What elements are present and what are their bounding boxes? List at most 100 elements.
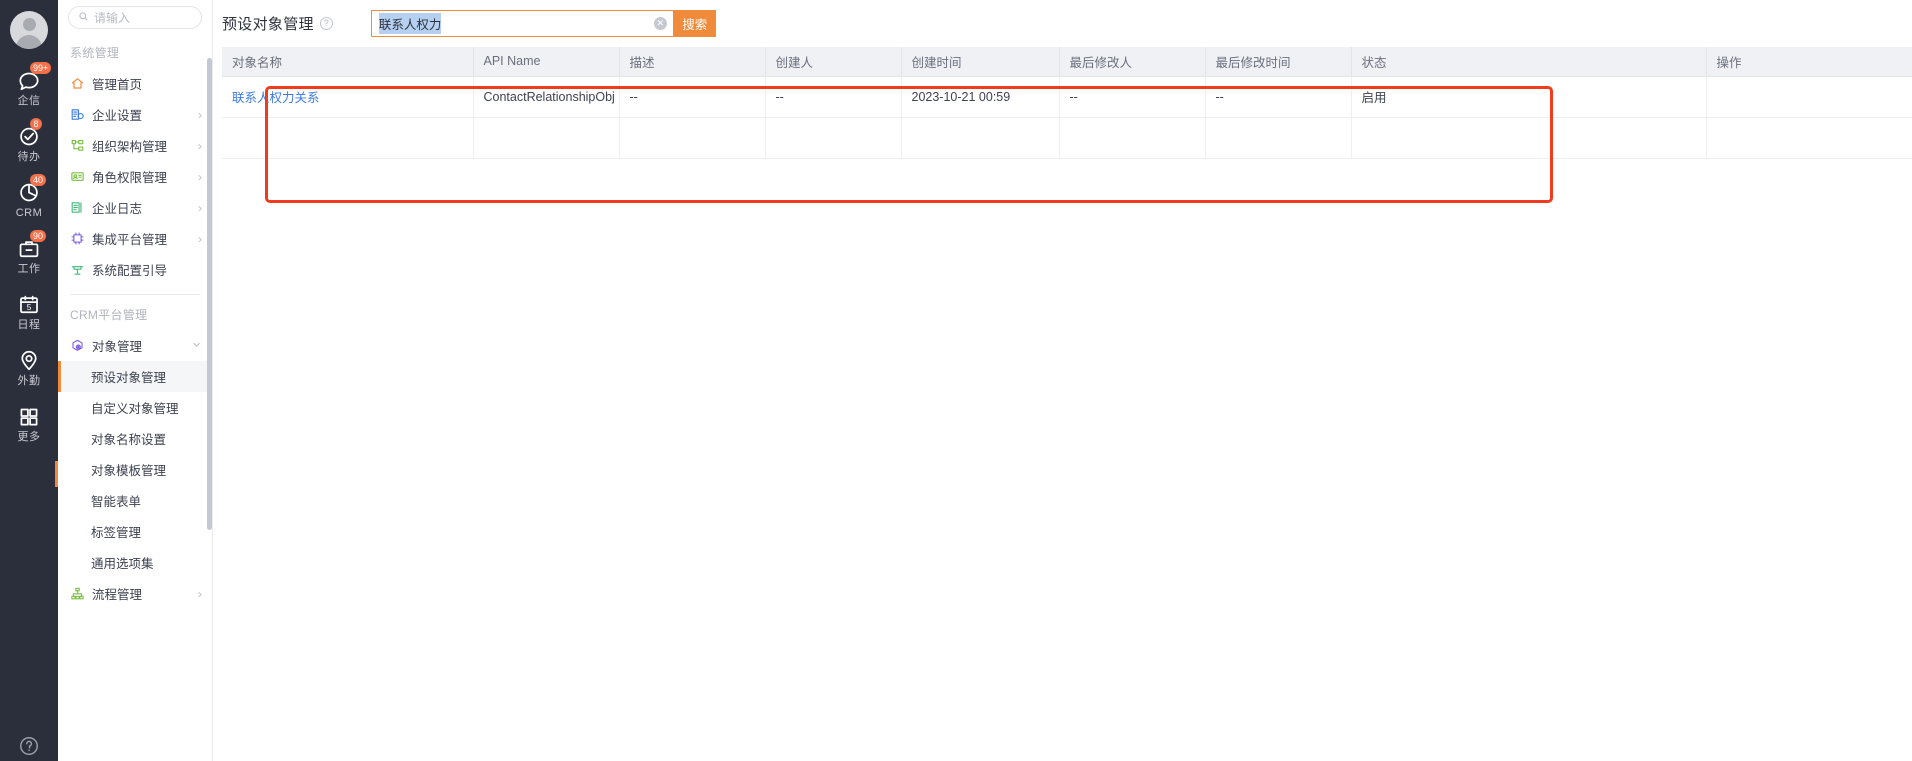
nav-search-box[interactable] bbox=[68, 6, 202, 29]
search-button[interactable]: 搜索 bbox=[673, 10, 716, 37]
sidebar-item-label: 管理首页 bbox=[92, 78, 143, 92]
location-pin-icon bbox=[16, 347, 42, 373]
rail-item-crm[interactable]: 40 CRM bbox=[0, 174, 58, 234]
sidebar-item-duixiangmuban[interactable]: 对象模板管理 bbox=[58, 454, 212, 485]
chat-bubble-icon: 99+ bbox=[16, 62, 52, 93]
log-book-icon bbox=[70, 200, 85, 215]
sidebar-item-jiaoseqianxian[interactable]: 角色权限管理 › bbox=[58, 161, 212, 192]
clear-circle-icon[interactable]: ✕ bbox=[653, 17, 667, 30]
column-header-creator[interactable]: 创建人 bbox=[765, 47, 902, 77]
sidebar-item-label: 通用选项集 bbox=[91, 557, 154, 571]
role-permission-icon bbox=[70, 169, 85, 184]
sidebar-item-duixiangmingcheng[interactable]: 对象名称设置 bbox=[58, 423, 212, 454]
filler-cell bbox=[222, 117, 474, 159]
calendar-icon: 5 bbox=[16, 291, 42, 317]
column-header-description[interactable]: 描述 bbox=[619, 47, 766, 77]
table-row[interactable]: 联系人权力关系 ContactRelationshipObj -- -- 202… bbox=[222, 76, 1912, 118]
column-header-modified-at[interactable]: 最后修改时间 bbox=[1205, 47, 1352, 77]
search-input[interactable]: 联系人权力 ✕ bbox=[370, 10, 674, 37]
filler-cell bbox=[901, 117, 1060, 159]
chevron-right-icon: › bbox=[198, 231, 202, 246]
search-input-value: 联系人权力 bbox=[378, 13, 442, 34]
sidebar-item-zuzhijiagou[interactable]: 组织架构管理 › bbox=[58, 130, 212, 161]
app-root: 99+ 企信 8 待办 40 CRM 90 工作 5 日程 外勤 更多 请输入 … bbox=[0, 0, 1912, 761]
sidebar-nav: 系统管理 管理首页 企业设置 › bbox=[58, 0, 213, 761]
sidebar-item-label: 自定义对象管理 bbox=[91, 402, 179, 416]
sidebar-item-qiyeshezhi[interactable]: 企业设置 › bbox=[58, 99, 212, 130]
sidebar-item-label: 企业日志 bbox=[92, 202, 143, 216]
cell-created-at: 2023-10-21 00:59 bbox=[901, 76, 1060, 118]
cell-modifier: -- bbox=[1059, 76, 1206, 118]
config-guide-icon bbox=[70, 262, 85, 277]
nav-search-input[interactable] bbox=[94, 10, 192, 25]
sidebar-item-label: 角色权限管理 bbox=[92, 171, 168, 185]
rail-item-label: 工作 bbox=[17, 263, 41, 275]
rail-item-qixin[interactable]: 99+ 企信 bbox=[0, 62, 58, 122]
badge-gongzuo: 90 bbox=[30, 230, 47, 242]
search-group: 联系人权力 ✕ 搜索 bbox=[370, 10, 716, 37]
filler-cell bbox=[1351, 117, 1707, 159]
sidebar-item-jichengpingtai[interactable]: 集成平台管理 › bbox=[58, 223, 212, 254]
rail-item-gengduo[interactable]: 更多 bbox=[0, 403, 58, 458]
flow-tree-icon bbox=[70, 586, 85, 601]
table-head: 对象名称 API Name 描述 创建人 创建时间 最后修改人 最后修改时间 状… bbox=[222, 47, 1912, 77]
question-mark-icon[interactable]: ? bbox=[319, 17, 333, 30]
cell-actions bbox=[1706, 76, 1912, 118]
sidebar-item-yushedixiangguanli[interactable]: 预设对象管理 bbox=[58, 361, 212, 392]
sidebar-item-qiyerizhi[interactable]: 企业日志 › bbox=[58, 192, 212, 223]
filler-cell bbox=[473, 117, 620, 159]
sidebar-item-duixiangguanli[interactable]: 对象管理 bbox=[58, 330, 212, 361]
column-header-modifier[interactable]: 最后修改人 bbox=[1059, 47, 1206, 77]
nav-section-crm: CRM平台管理 bbox=[70, 308, 148, 322]
column-header-actions[interactable]: 操作 bbox=[1706, 47, 1912, 77]
sidebar-item-tongyongxuanxiangji[interactable]: 通用选项集 bbox=[58, 547, 212, 578]
rail-item-richeng[interactable]: 5 日程 bbox=[0, 291, 58, 346]
rail-item-label: 待办 bbox=[17, 151, 41, 163]
page-toolbar: 预设对象管理 ? 联系人权力 ✕ 搜索 bbox=[213, 0, 1912, 47]
question-circle-icon[interactable] bbox=[18, 735, 40, 757]
object-name-link[interactable]: 联系人权力关系 bbox=[232, 91, 320, 105]
rail-item-label: 更多 bbox=[17, 431, 41, 443]
avatar[interactable] bbox=[10, 11, 48, 49]
column-header-status[interactable]: 状态 bbox=[1351, 47, 1707, 77]
rail-item-label: 外勤 bbox=[17, 375, 41, 387]
main-content: 预设对象管理 ? 联系人权力 ✕ 搜索 对象名称 API Name 描述 创建人… bbox=[213, 0, 1912, 761]
rail-item-waiqin[interactable]: 外勤 bbox=[0, 347, 58, 402]
integration-chip-icon bbox=[70, 231, 85, 246]
filler-cell bbox=[765, 117, 902, 159]
object-table-container: 对象名称 API Name 描述 创建人 创建时间 最后修改人 最后修改时间 状… bbox=[222, 47, 1912, 761]
badge-daiban: 8 bbox=[30, 118, 42, 130]
check-circle-icon: 8 bbox=[16, 118, 42, 149]
home-icon bbox=[70, 76, 85, 91]
sidebar-item-guanlishouye[interactable]: 管理首页 bbox=[58, 68, 212, 99]
rail-item-label: 日程 bbox=[17, 319, 41, 331]
nav-scrollbar-thumb[interactable] bbox=[207, 58, 212, 530]
svg-text:5: 5 bbox=[27, 303, 32, 312]
column-header-api-name[interactable]: API Name bbox=[473, 47, 620, 77]
left-icon-rail: 99+ 企信 8 待办 40 CRM 90 工作 5 日程 外勤 更多 bbox=[0, 0, 58, 761]
enterprise-settings-icon bbox=[70, 107, 85, 122]
sidebar-item-zhinengbiaodan[interactable]: 智能表单 bbox=[58, 485, 212, 516]
table-empty-filler-row bbox=[222, 117, 1912, 159]
filler-cell bbox=[1706, 117, 1912, 159]
nav-search-container bbox=[58, 0, 212, 29]
rail-item-daiban[interactable]: 8 待办 bbox=[0, 118, 58, 178]
pie-chart-icon: 40 bbox=[16, 174, 47, 205]
sidebar-item-label: 组织架构管理 bbox=[92, 140, 168, 154]
sidebar-item-label: 流程管理 bbox=[92, 588, 143, 602]
column-header-name[interactable]: 对象名称 bbox=[222, 47, 474, 77]
sidebar-item-xitongpeizhi[interactable]: 系统配置引导 bbox=[58, 254, 212, 285]
rail-item-gongzuo[interactable]: 90 工作 bbox=[0, 230, 58, 290]
grid-squares-icon bbox=[16, 403, 42, 429]
sidebar-item-biaoqianguanli[interactable]: 标签管理 bbox=[58, 516, 212, 547]
column-header-created-at[interactable]: 创建时间 bbox=[901, 47, 1060, 77]
nav-scroll-area: 系统管理 管理首页 企业设置 › 组织架构管理 › 角色权限管理 › 企业日志 … bbox=[58, 33, 212, 761]
sidebar-item-label: 对象管理 bbox=[92, 340, 143, 354]
sidebar-item-liuchengguanli[interactable]: 流程管理 › bbox=[58, 578, 212, 609]
rail-item-label: 企信 bbox=[17, 95, 41, 107]
sidebar-item-zidingyiduixiang[interactable]: 自定义对象管理 bbox=[58, 392, 212, 423]
table-header-row: 对象名称 API Name 描述 创建人 创建时间 最后修改人 最后修改时间 状… bbox=[222, 47, 1912, 77]
sidebar-item-label: 系统配置引导 bbox=[92, 264, 168, 278]
sidebar-item-label: 预设对象管理 bbox=[91, 371, 167, 385]
sidebar-item-label: 标签管理 bbox=[91, 526, 142, 540]
